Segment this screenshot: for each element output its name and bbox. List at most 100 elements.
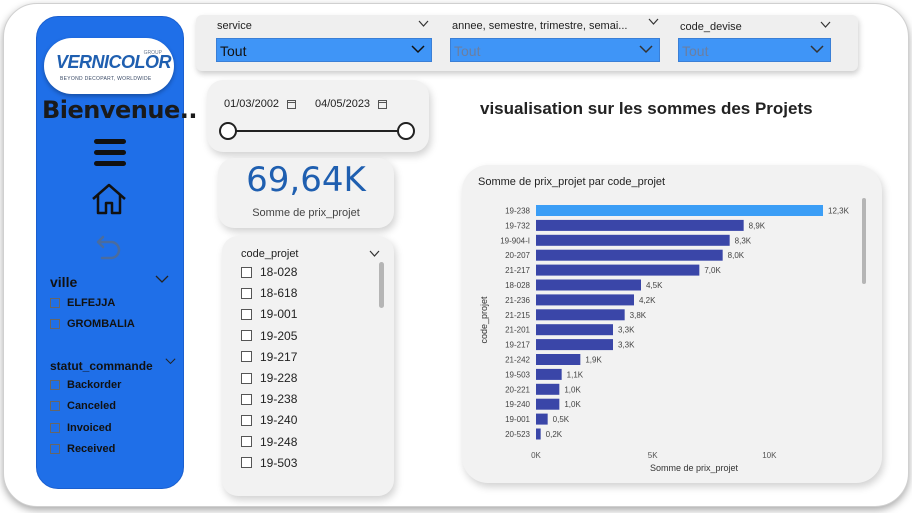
- bar[interactable]: [536, 234, 730, 246]
- chevron-down-icon[interactable]: [369, 250, 380, 257]
- statut-slicer-title: statut_commande: [50, 359, 153, 373]
- code-projet-item[interactable]: 19-240: [241, 413, 297, 427]
- data-label: 8,0K: [728, 251, 745, 260]
- checkbox[interactable]: [50, 298, 60, 308]
- menu-icon[interactable]: [94, 139, 126, 169]
- bar[interactable]: [536, 339, 613, 351]
- y-axis-title: code_projet: [479, 296, 489, 344]
- category-label: 20-523: [505, 430, 530, 439]
- bar[interactable]: [536, 249, 723, 261]
- statut-item[interactable]: Received: [50, 443, 115, 455]
- welcome-title: Bienvenue..: [42, 96, 198, 124]
- chevron-down-icon[interactable]: [155, 275, 169, 284]
- bar[interactable]: [536, 383, 560, 395]
- kpi-label: Somme de prix_projet: [252, 207, 360, 219]
- data-label: 12,3K: [828, 207, 850, 216]
- bar[interactable]: [536, 219, 744, 231]
- bar[interactable]: [536, 324, 613, 336]
- chevron-down-icon[interactable]: [820, 21, 831, 28]
- checkbox[interactable]: [241, 351, 252, 363]
- statut-item[interactable]: Canceled: [50, 400, 116, 412]
- checkbox[interactable]: [241, 266, 252, 278]
- checkbox[interactable]: [241, 372, 252, 384]
- statut-item[interactable]: Backorder: [50, 379, 121, 391]
- calendar-icon[interactable]: [378, 99, 388, 109]
- code-projet-item[interactable]: 18-618: [241, 286, 297, 300]
- category-label: 19-732: [505, 221, 530, 230]
- data-label: 3,3K: [618, 341, 635, 350]
- code-projet-item[interactable]: 19-205: [241, 329, 297, 343]
- ville-item[interactable]: ELFEJJA: [50, 297, 115, 309]
- chevron-down-icon[interactable]: [418, 20, 429, 27]
- chevron-down-icon[interactable]: [639, 45, 653, 54]
- checkbox[interactable]: [50, 444, 60, 454]
- checkbox[interactable]: [241, 330, 252, 342]
- x-tick-label: 10K: [762, 451, 777, 460]
- bar[interactable]: [536, 294, 634, 306]
- dropdown-value: Tout: [454, 43, 481, 59]
- bar[interactable]: [536, 368, 562, 380]
- statut-item-label: Backorder: [67, 379, 122, 391]
- category-label: 19-001: [505, 415, 530, 424]
- service-dropdown[interactable]: Tout: [216, 38, 432, 62]
- chevron-down-icon[interactable]: [810, 45, 824, 54]
- data-label: 8,9K: [749, 221, 766, 230]
- checkbox[interactable]: [241, 287, 252, 299]
- code-projet-item[interactable]: 19-503: [241, 456, 297, 470]
- data-label: 4,5K: [646, 281, 663, 290]
- kpi-value: 69,64K: [246, 160, 366, 200]
- statut-item[interactable]: Invoiced: [50, 422, 112, 434]
- date-slider-track[interactable]: [228, 130, 406, 132]
- code-projet-item[interactable]: 18-028: [241, 265, 297, 279]
- chevron-down-icon[interactable]: [411, 45, 425, 54]
- calendar-icon[interactable]: [287, 99, 297, 109]
- checkbox[interactable]: [241, 393, 252, 405]
- code-projet-item[interactable]: 19-217: [241, 350, 297, 364]
- category-label: 20-221: [505, 385, 530, 394]
- back-icon[interactable]: [96, 233, 122, 263]
- checkbox[interactable]: [50, 319, 60, 329]
- statut-item-label: Received: [67, 443, 116, 455]
- list-scrollbar[interactable]: [379, 262, 384, 308]
- data-label: 3,8K: [630, 311, 647, 320]
- chart-scrollbar[interactable]: [862, 198, 866, 284]
- bar[interactable]: [536, 279, 641, 291]
- checkbox[interactable]: [241, 308, 252, 320]
- home-icon[interactable]: [90, 182, 128, 216]
- checkbox[interactable]: [241, 414, 252, 426]
- periode-dropdown[interactable]: Tout: [450, 38, 660, 62]
- bar[interactable]: [536, 354, 581, 365]
- date-slider-start-handle[interactable]: [219, 122, 237, 140]
- bar[interactable]: [536, 205, 823, 216]
- bar[interactable]: [536, 428, 541, 440]
- code-projet-label: 19-228: [260, 371, 298, 385]
- checkbox[interactable]: [241, 436, 252, 448]
- code-projet-item[interactable]: 19-228: [241, 371, 297, 385]
- filter-label-service: service: [217, 20, 252, 32]
- bar[interactable]: [536, 413, 548, 425]
- bar[interactable]: [536, 398, 560, 410]
- bar[interactable]: [536, 309, 625, 321]
- bar[interactable]: [536, 264, 700, 276]
- chevron-down-icon[interactable]: [165, 358, 176, 365]
- checkbox[interactable]: [50, 423, 60, 433]
- checkbox[interactable]: [50, 401, 60, 411]
- end-date-field[interactable]: 04/05/2023: [315, 98, 388, 110]
- chevron-down-icon[interactable]: [648, 18, 659, 25]
- checkbox[interactable]: [241, 457, 252, 469]
- code-projet-item[interactable]: 19-001: [241, 307, 297, 321]
- start-date-field[interactable]: 01/03/2002: [224, 98, 297, 110]
- statut-item-label: Invoiced: [67, 422, 112, 434]
- code-projet-item[interactable]: 19-248: [241, 435, 297, 449]
- code-projet-label: 19-205: [260, 328, 298, 343]
- date-slider-end-handle[interactable]: [397, 122, 415, 140]
- code-projet-item[interactable]: 19-238: [241, 392, 297, 406]
- devise-dropdown[interactable]: Tout: [678, 38, 831, 62]
- logo-group-text: GROUP: [143, 50, 162, 56]
- checkbox[interactable]: [50, 380, 60, 390]
- category-label: 21-215: [505, 311, 530, 320]
- bar-chart: 19-238 12,3K 19-732 8,9K 19-904-I 8,3K 20-207 8…: [479, 205, 850, 473]
- category-label: 19-503: [505, 370, 530, 379]
- code-slicer-title: code_projet: [241, 248, 299, 260]
- ville-item[interactable]: GROMBALIA: [50, 318, 135, 330]
